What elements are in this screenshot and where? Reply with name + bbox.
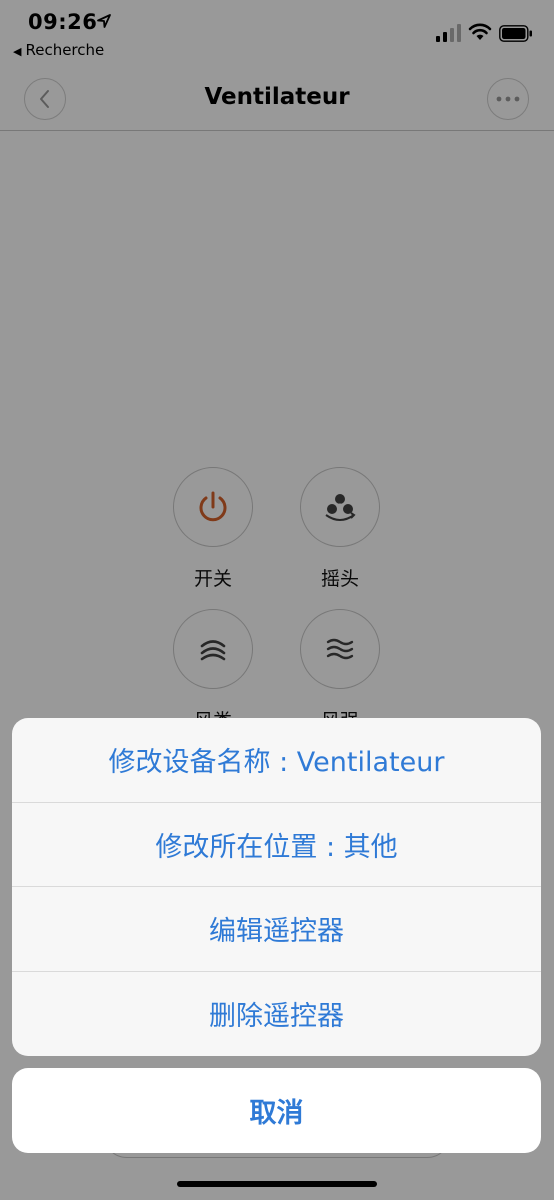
- home-indicator[interactable]: [177, 1181, 377, 1187]
- cancel-button[interactable]: 取消: [12, 1068, 541, 1153]
- action-sheet: 修改设备名称 : Ventilateur 修改所在位置 : 其他 编辑遥控器 删…: [12, 718, 541, 1056]
- delete-remote-option[interactable]: 删除遥控器: [12, 972, 541, 1057]
- edit-remote-option[interactable]: 编辑遥控器: [12, 887, 541, 972]
- rename-device-option[interactable]: 修改设备名称 : Ventilateur: [12, 718, 541, 803]
- change-location-option[interactable]: 修改所在位置 : 其他: [12, 803, 541, 887]
